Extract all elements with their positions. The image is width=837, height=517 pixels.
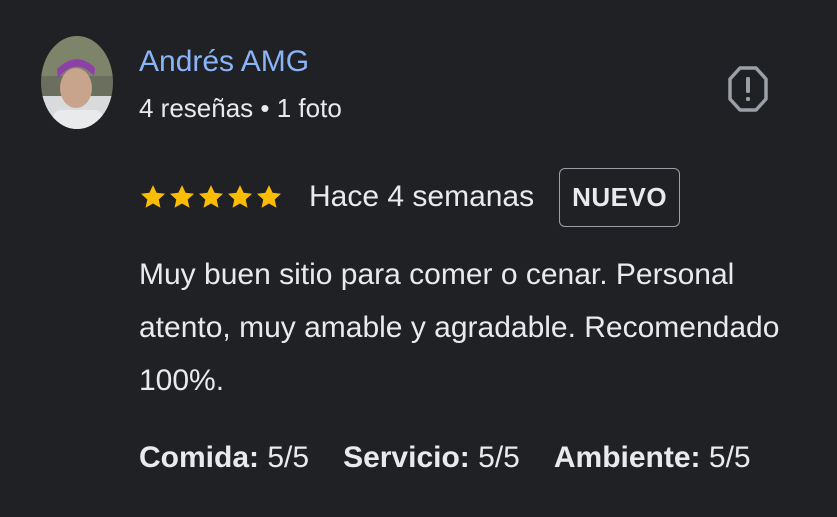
avatar-photo	[41, 36, 113, 129]
star-rating	[139, 183, 283, 211]
attribute-label: Ambiente:	[553, 441, 701, 474]
star-icon	[227, 185, 253, 208]
attribute-label: Comida:	[139, 441, 259, 474]
star-icon	[256, 185, 282, 208]
avatar[interactable]	[41, 36, 113, 129]
attribute-value: 5/5	[478, 441, 520, 474]
report-flag-icon[interactable]	[728, 66, 768, 112]
attribute-value: 5/5	[708, 441, 751, 474]
rating-row: Hace 4 semanas NUEVO	[139, 166, 681, 228]
attribute-servicio: Servicio: 5/5	[343, 436, 520, 480]
reviewer-stats: 4 reseñas • 1 foto	[139, 93, 342, 123]
review-date: Hace 4 semanas	[309, 180, 535, 213]
attribute-ambiente: Ambiente: 5/5	[554, 436, 751, 480]
attribute-ratings: Comida: 5/5 Servicio: 5/5 Ambiente: 5/5	[139, 436, 751, 480]
star-icon	[198, 185, 224, 208]
reviewer-name[interactable]: Andrés AMG	[139, 42, 309, 82]
star-icon	[169, 185, 195, 208]
review-card: Andrés AMG 4 reseñas • 1 foto Hace 4 sem…	[0, 0, 837, 517]
attribute-comida: Comida: 5/5	[139, 436, 309, 480]
new-badge: NUEVO	[559, 167, 681, 227]
review-text: Muy buen sitio para comer o cenar. Perso…	[139, 258, 780, 397]
star-icon	[140, 185, 166, 208]
attribute-label: Servicio:	[343, 441, 470, 474]
attribute-value: 5/5	[267, 441, 310, 474]
